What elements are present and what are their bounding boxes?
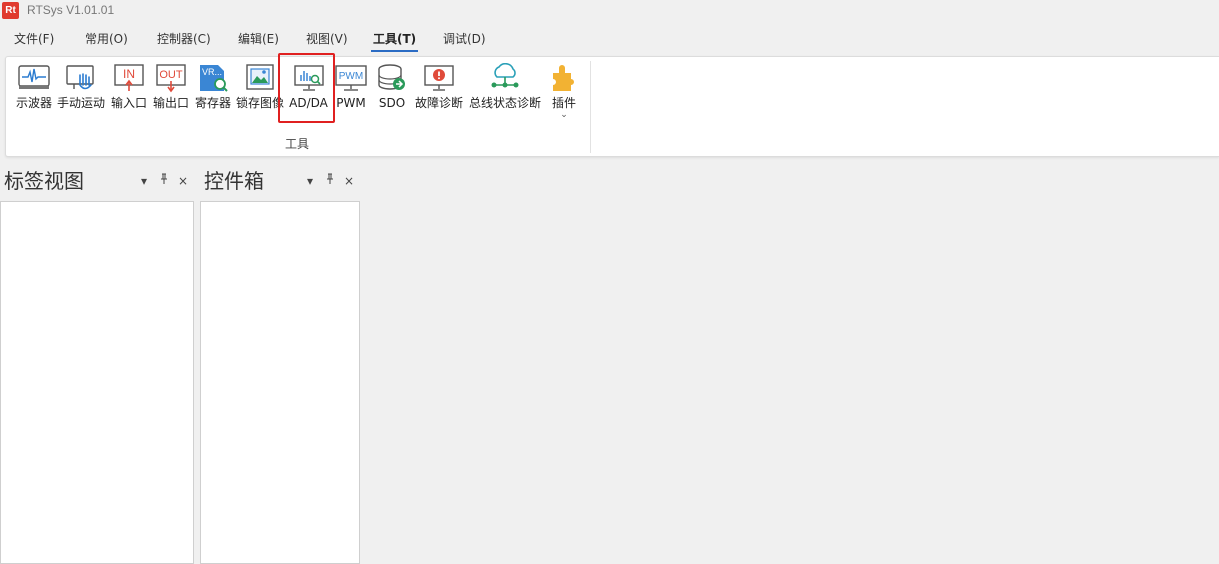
input-port-button[interactable]: IN 输入口 <box>109 63 149 131</box>
latch-image-icon <box>246 64 274 90</box>
menu-controller[interactable]: 控制器(C) <box>157 28 211 52</box>
panel-dropdown-icon[interactable]: ▾ <box>307 172 313 190</box>
output-port-icon: OUT <box>156 64 186 93</box>
menu-edit[interactable]: 编辑(E) <box>238 28 279 52</box>
menu-bar: 文件(F) 常用(O) 控制器(C) 编辑(E) 视图(V) 工具(T) 调试(… <box>0 28 1219 52</box>
oscilloscope-button[interactable]: 示波器 <box>14 63 54 131</box>
tag-view-panel-header: 标签视图 ▾ × <box>0 166 194 198</box>
tool-label: AD/DA <box>289 96 328 110</box>
latch-image-button[interactable]: 锁存图像 <box>235 63 285 131</box>
panel-dropdown-icon[interactable]: ▾ <box>141 172 147 190</box>
close-icon[interactable]: × <box>344 172 354 190</box>
svg-text:PWM: PWM <box>339 71 363 82</box>
menu-view[interactable]: 视图(V) <box>306 28 348 52</box>
tool-label: 示波器 <box>15 96 52 110</box>
tool-label: 锁存图像 <box>235 96 284 110</box>
ad-da-button[interactable]: AD/DA <box>286 63 331 131</box>
plugin-button[interactable]: 插件 ⌄ <box>546 63 582 131</box>
tool-label: 插件 <box>551 96 576 110</box>
menu-common[interactable]: 常用(O) <box>85 28 128 52</box>
ribbon-toolbar: 示波器 手动运动 IN 输入口 OUT 输出口 VR... 寄存器 锁存图像 A… <box>5 53 1219 157</box>
sdo-icon <box>378 64 405 90</box>
register-icon: VR... <box>200 65 228 92</box>
tool-label: PWM <box>336 96 366 110</box>
oscilloscope-icon <box>18 65 50 89</box>
panel-title: 标签视图 <box>4 169 84 193</box>
output-port-button[interactable]: OUT 输出口 <box>151 63 191 131</box>
tool-label: 总线状态诊断 <box>468 96 541 110</box>
menu-debug[interactable]: 调试(D) <box>443 28 486 52</box>
app-logo: Rt <box>2 2 19 19</box>
close-icon[interactable]: × <box>178 172 188 190</box>
svg-text:IN: IN <box>123 67 135 81</box>
sdo-button[interactable]: SDO <box>373 63 411 131</box>
tool-label: 故障诊断 <box>414 96 463 110</box>
bus-status-button[interactable]: 总线状态诊断 <box>468 63 542 131</box>
tool-label: 手动运动 <box>56 96 105 110</box>
chevron-down-icon[interactable]: ⌄ <box>546 111 582 120</box>
pwm-button[interactable]: PWM PWM <box>332 63 370 131</box>
tool-label: 输出口 <box>152 96 189 110</box>
ribbon-separator <box>590 61 591 153</box>
title-bar: Rt RTSys V1.01.01 <box>0 0 1219 22</box>
ribbon-group-label: 工具 <box>285 137 310 151</box>
pwm-icon: PWM <box>335 65 367 91</box>
bus-status-icon <box>491 63 519 88</box>
pin-icon[interactable] <box>160 172 168 190</box>
tool-label: 寄存器 <box>194 96 231 110</box>
fault-diagnosis-button[interactable]: 故障诊断 <box>414 63 464 131</box>
tag-view-panel[interactable] <box>0 201 194 564</box>
plugin-icon <box>553 65 574 91</box>
menu-tools[interactable]: 工具(T) <box>370 28 419 52</box>
register-button[interactable]: VR... 寄存器 <box>193 63 233 131</box>
tool-label: 输入口 <box>110 96 147 110</box>
manual-motion-button[interactable]: 手动运动 <box>56 63 106 131</box>
ad-da-icon <box>293 65 324 91</box>
pin-icon[interactable] <box>326 172 334 190</box>
toolbox-panel[interactable] <box>200 201 360 564</box>
menu-file[interactable]: 文件(F) <box>14 28 54 52</box>
input-port-icon: IN <box>114 64 144 91</box>
fault-diagnosis-icon <box>424 65 454 91</box>
toolbox-panel-header: 控件箱 ▾ × <box>200 166 360 198</box>
svg-text:VR...: VR... <box>202 67 222 77</box>
svg-text:OUT: OUT <box>159 69 183 81</box>
panel-title: 控件箱 <box>204 169 264 193</box>
hand-motion-icon <box>66 65 94 90</box>
tool-label: SDO <box>378 96 406 110</box>
window-title: RTSys V1.01.01 <box>27 3 115 17</box>
